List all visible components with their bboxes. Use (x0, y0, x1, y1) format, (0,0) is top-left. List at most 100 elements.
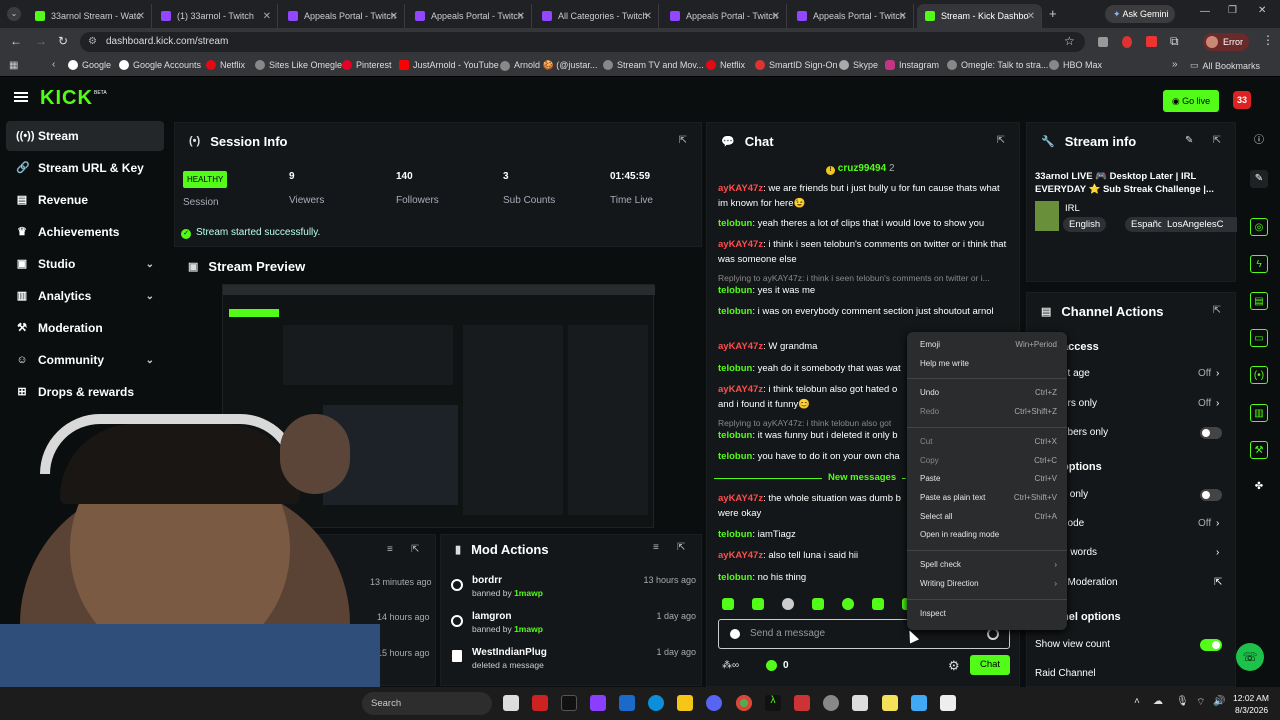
avatar[interactable]: 33 (1233, 91, 1251, 109)
sidebar-item-revenue[interactable]: ▤ Revenue (6, 185, 164, 215)
all-bookmarks[interactable]: ▭ All Bookmarks (1190, 60, 1260, 71)
close-icon[interactable]: ✕ (137, 11, 145, 22)
chevron-left-icon[interactable]: ‹ (52, 59, 55, 70)
chat-username[interactable]: telobun (718, 306, 752, 317)
broadcast-icon[interactable]: (•) (1250, 366, 1268, 384)
subscribers-only-toggle[interactable] (1200, 427, 1222, 439)
chat-username[interactable]: telobun (718, 451, 752, 462)
chevron-up-icon[interactable]: ˄ (1134, 696, 1140, 707)
browser-tab[interactable]: Appeals Portal - Twitch ✕ (662, 4, 787, 28)
volume-icon[interactable]: 🔊 (1213, 696, 1225, 707)
reload-icon[interactable]: ↻ (58, 34, 68, 48)
gear-icon[interactable]: ⚙ (948, 658, 960, 674)
tag-chip[interactable]: English (1063, 217, 1107, 232)
pinned-user[interactable]: ! cruz99494 2 (826, 163, 895, 175)
emote-icon[interactable] (722, 598, 734, 610)
settings-icon[interactable] (823, 695, 839, 711)
chat-users-icon[interactable]: ⁂∞ (722, 660, 739, 671)
bookmark-item[interactable]: Sites Like Omegle (255, 60, 342, 70)
kick-logo[interactable]: KICK (40, 87, 93, 110)
browser-tab[interactable]: Appeals Portal - Twitch ✕ (407, 4, 532, 28)
extension-icon[interactable] (1146, 36, 1157, 47)
context-menu-item-inspect[interactable]: Inspect (920, 609, 1057, 623)
expand-icon[interactable]: ⇱ (679, 135, 687, 146)
tag-chip[interactable]: LosAngelesC (1161, 217, 1237, 232)
close-icon[interactable]: ✕ (263, 11, 271, 22)
edge-icon[interactable] (648, 695, 664, 711)
app-icon[interactable]: λ (765, 695, 781, 711)
context-menu-item-writing-direction[interactable]: Writing Direction › (920, 579, 1057, 593)
notes-icon[interactable] (882, 695, 898, 711)
show-view-count-toggle[interactable] (1200, 639, 1222, 651)
more-menu-icon[interactable]: ⋮ (1262, 33, 1274, 47)
ask-gemini-button[interactable]: ✦ Ask Gemini (1105, 5, 1175, 23)
wrench-icon[interactable]: ⚒ (1250, 441, 1268, 459)
steam-icon[interactable] (619, 695, 635, 711)
cloud-icon[interactable]: ☁ (1153, 696, 1163, 707)
back-icon[interactable]: ← (10, 34, 22, 48)
channel-setting-row[interactable]: d words › (1062, 547, 1222, 558)
context-menu-item-emoji[interactable]: Emoji Win+Period (920, 340, 1057, 354)
chat-username[interactable]: ayKAY47z (718, 550, 763, 561)
context-menu-item-undo[interactable]: Undo Ctrl+Z (920, 388, 1057, 402)
sidebar-item-community[interactable]: ☺ Community ⌄ (6, 345, 164, 375)
help-fab[interactable]: ☏ (1236, 643, 1264, 671)
bookmark-item[interactable]: SmartID Sign-On (755, 60, 838, 70)
channel-setting-row[interactable]: node Off › (1062, 518, 1222, 529)
context-menu-item-paste-plain[interactable]: Paste as plain text Ctrl+Shift+V (920, 493, 1057, 507)
chat-username[interactable]: ayKAY47z (718, 239, 763, 250)
menu-icon[interactable] (14, 92, 28, 102)
pencil-icon[interactable]: ✎ (1250, 170, 1268, 188)
bookmark-item[interactable]: Google Accounts (119, 60, 201, 70)
new-tab-icon[interactable]: + (1049, 6, 1057, 21)
extensions-puzzle-icon[interactable]: ⧉ (1170, 34, 1179, 49)
emote-icon[interactable] (812, 598, 824, 610)
url-field[interactable]: ⚙ dashboard.kick.com/stream (80, 32, 1085, 52)
context-menu-item-select-all[interactable]: Select all Ctrl+A (920, 512, 1057, 526)
go-live-button[interactable]: ◉ Go live (1163, 90, 1219, 112)
forward-icon[interactable]: → (35, 34, 47, 48)
bookmark-item[interactable]: Arnold 🍪 (@justar... (500, 60, 597, 71)
bookmark-item[interactable]: Google (68, 60, 111, 70)
filter-icon[interactable]: ≡ (387, 544, 393, 555)
chat-username[interactable]: ayKAY47z (718, 183, 763, 194)
browser-tab-active[interactable]: Stream - Kick Dashbo ✕ (917, 4, 1042, 28)
browser-tab[interactable]: Appeals Portal - Twitch ✕ (789, 4, 914, 28)
sidebar-item-stream-url[interactable]: 🔗 Stream URL & Key (6, 153, 164, 183)
kick-points-icon[interactable] (766, 660, 777, 671)
taskbar-search[interactable]: Search (362, 692, 492, 715)
browser-tab[interactable]: (1) 33arnol - Twitch ✕ (153, 4, 278, 28)
app-icon[interactable] (532, 695, 548, 711)
bookmark-item[interactable]: Netflix (706, 60, 745, 70)
apps-icon[interactable]: ▦ (9, 60, 18, 71)
bookmark-item[interactable]: Skype (839, 60, 878, 70)
tiktok-icon[interactable] (561, 695, 577, 711)
discord-icon[interactable] (706, 695, 722, 711)
sidebar-item-achievements[interactable]: ♛ Achievements (6, 217, 164, 247)
window-close-icon[interactable]: ✕ (1258, 5, 1266, 16)
microphone-icon[interactable]: 🎙 (1176, 696, 1189, 707)
sidebar-item-stream[interactable]: ((•)) Stream (6, 121, 164, 151)
close-icon[interactable]: ✕ (772, 11, 780, 22)
browser-tab[interactable]: 33arnol Stream - Watc ✕ (27, 4, 152, 28)
app-icon[interactable] (590, 695, 606, 711)
browser-tab[interactable]: Appeals Portal - Twitch ✕ (280, 4, 405, 28)
chat-username[interactable]: telobun (718, 363, 752, 374)
extension-icon[interactable] (1122, 36, 1132, 48)
sidebar-item-drops[interactable]: ⊞ Drops & rewards (6, 377, 164, 407)
clock-time[interactable]: 12:02 AM (1233, 693, 1269, 703)
extension-icon[interactable] (1098, 37, 1108, 47)
context-menu-item-paste[interactable]: Paste Ctrl+V (920, 474, 1057, 488)
filter-icon[interactable]: ≡ (653, 542, 659, 553)
profile-error-button[interactable]: Error (1203, 33, 1249, 51)
bookmark-item[interactable]: Stream TV and Mov... (603, 60, 704, 70)
context-menu-item-spell-check[interactable]: Spell check › (920, 560, 1057, 574)
close-icon[interactable]: ✕ (390, 11, 398, 22)
panels-icon[interactable]: ▥ (1250, 404, 1268, 422)
chat-username[interactable]: telobun (718, 430, 752, 441)
sidebar-item-moderation[interactable]: ⚒ Moderation (6, 313, 164, 343)
chat-send-button[interactable]: Chat (970, 655, 1010, 675)
chat-username[interactable]: telobun (718, 218, 752, 229)
emote-icon[interactable] (752, 598, 764, 610)
pencil-icon[interactable]: ✎ (1185, 135, 1193, 146)
